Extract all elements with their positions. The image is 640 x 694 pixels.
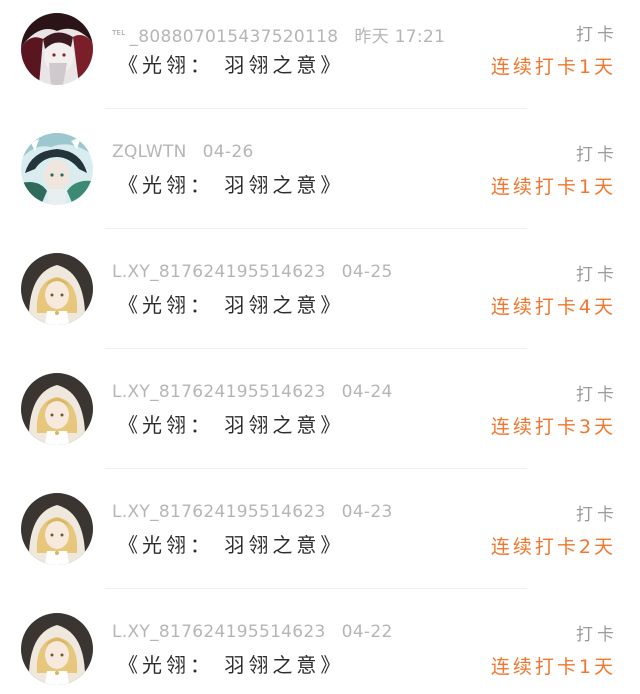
blonde-hooded-character-avatar-icon[interactable]: [21, 373, 93, 445]
work-title[interactable]: 《光翎： 羽翎之意》: [118, 409, 344, 438]
checkin-date: 04-26: [202, 142, 254, 162]
checkin-action-label: 打卡: [576, 25, 618, 45]
checkin-date: 04-24: [341, 382, 393, 402]
username[interactable]: L.XY_817624195514623: [112, 262, 326, 282]
work-title[interactable]: 《光翎： 羽翎之意》: [118, 529, 344, 558]
checkin-date: 昨天 17:21: [354, 27, 446, 47]
work-title[interactable]: 《光翎： 羽翎之意》: [118, 49, 344, 78]
checkin-meta: L.XY_817624195514623 04-23: [112, 502, 393, 522]
work-title[interactable]: 《光翎： 羽翎之意》: [118, 289, 344, 318]
checkin-action-label: 打卡: [576, 265, 618, 285]
username[interactable]: L.XY_817624195514623: [112, 622, 326, 642]
username[interactable]: L.XY_817624195514623: [112, 382, 326, 402]
checkin-row[interactable]: L.XY_817624195514623 04-23 《光翎： 羽翎之意》 打卡 …: [0, 480, 640, 600]
streak-label: 连续打卡4天: [490, 296, 616, 318]
streak-label: 连续打卡1天: [490, 176, 616, 198]
streak-label: 连续打卡1天: [490, 56, 616, 78]
streak-label: 连续打卡2天: [490, 536, 616, 558]
checkin-row[interactable]: ZQLWTN 04-26 《光翎： 羽翎之意》 打卡 连续打卡1天: [0, 120, 640, 240]
row-divider: [105, 468, 527, 469]
username[interactable]: L.XY_817624195514623: [112, 502, 326, 522]
username[interactable]: ZQLWTN: [112, 142, 187, 162]
checkin-row[interactable]: L.XY_817624195514623 04-25 《光翎： 羽翎之意》 打卡 …: [0, 240, 640, 360]
checkin-meta: TEL _808807015437520118 昨天 17:21: [112, 22, 445, 47]
blonde-hooded-character-avatar-icon[interactable]: [21, 253, 93, 325]
row-divider: [105, 348, 527, 349]
row-divider: [105, 108, 527, 109]
streak-label: 连续打卡1天: [490, 656, 616, 678]
checkin-date: 04-25: [341, 262, 393, 282]
green-teal-character-avatar-icon[interactable]: [21, 133, 93, 205]
checkin-action-label: 打卡: [576, 505, 618, 525]
checkin-meta: ZQLWTN 04-26: [112, 142, 254, 162]
checkin-meta: L.XY_817624195514623 04-22: [112, 622, 393, 642]
checkin-row[interactable]: L.XY_817624195514623 04-22 《光翎： 羽翎之意》 打卡 …: [0, 600, 640, 694]
checkin-action-label: 打卡: [576, 625, 618, 645]
checkin-row[interactable]: L.XY_817624195514623 04-24 《光翎： 羽翎之意》 打卡 …: [0, 360, 640, 480]
checkin-meta: L.XY_817624195514623 04-25: [112, 262, 393, 282]
blonde-hooded-character-avatar-icon[interactable]: [21, 613, 93, 685]
dark-red-hair-avatar-icon[interactable]: [21, 13, 93, 85]
checkin-row[interactable]: TEL _808807015437520118 昨天 17:21 《光翎： 羽翎之意…: [0, 0, 640, 120]
row-divider: [105, 228, 527, 229]
checkin-date: 04-23: [341, 502, 393, 522]
username[interactable]: _808807015437520118: [130, 27, 339, 47]
streak-label: 连续打卡3天: [490, 416, 616, 438]
blonde-hooded-character-avatar-icon[interactable]: [21, 493, 93, 565]
checkin-date: 04-22: [341, 622, 393, 642]
checkin-meta: L.XY_817624195514623 04-24: [112, 382, 393, 402]
checkin-action-label: 打卡: [576, 145, 618, 165]
checkin-action-label: 打卡: [576, 385, 618, 405]
checkin-list: TEL _808807015437520118 昨天 17:21 《光翎： 羽翎之意…: [0, 0, 640, 694]
work-title[interactable]: 《光翎： 羽翎之意》: [118, 169, 344, 198]
tel-label: TEL: [112, 29, 126, 37]
row-divider: [105, 588, 527, 589]
work-title[interactable]: 《光翎： 羽翎之意》: [118, 649, 344, 678]
